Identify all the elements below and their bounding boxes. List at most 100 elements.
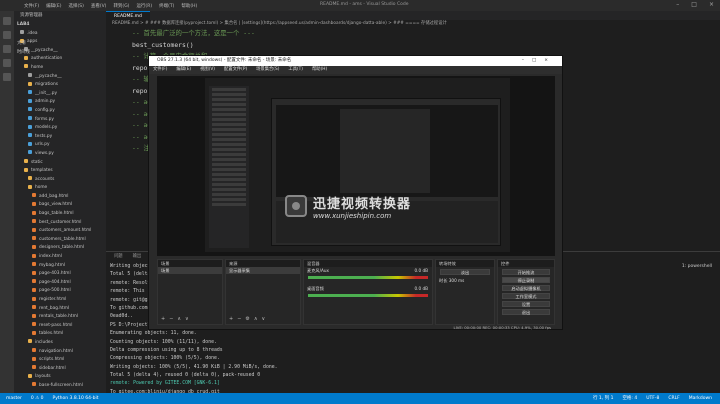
file-tree-item[interactable]: includes [14,339,106,348]
file-tree-item[interactable]: reset-pass.html [14,322,106,331]
obs-menu-view[interactable]: 视图(V) [200,66,215,74]
file-tree-item[interactable]: bags_view.html [14,201,106,210]
menu-help[interactable]: 帮助(H) [181,3,197,9]
file-tree-item[interactable]: customers_table.html [14,236,106,245]
file-tree-item[interactable]: navigation.html [14,348,106,357]
file-tree-item[interactable]: templates [14,167,106,176]
menu-terminal[interactable]: 终端(T) [159,3,174,9]
tab-readme[interactable]: README.md [106,11,150,20]
file-tree-item[interactable]: models.py [14,124,106,133]
file-tree-item[interactable]: customers_amount.html [14,227,106,236]
file-tree-item[interactable]: register.html [14,296,106,305]
scenes-toolbar[interactable]: +−∧∨ [161,316,193,322]
obs-menu-tools[interactable]: 工具(T) [288,66,303,74]
file-tree-item[interactable]: tests.py [14,133,106,142]
source-control-icon[interactable] [3,45,11,53]
file-tree-item[interactable]: home [14,184,106,193]
file-type-icon [28,116,32,121]
file-tree-item[interactable]: urls.py [14,141,106,150]
obs-menu-edit[interactable]: 编辑(E) [176,66,191,74]
menu-file[interactable]: 文件(F) [24,3,39,9]
file-tree-item[interactable]: accounts [14,176,106,185]
debug-icon[interactable] [3,59,11,67]
file-tree-item[interactable]: index.html [14,253,106,262]
python-interpreter[interactable]: Python 3.8.10 64-bit [53,393,99,404]
problems-count[interactable]: 0 ⚠ 0 [31,393,44,404]
file-tree-item[interactable]: migrations [14,81,106,90]
scene-item[interactable]: 场景 [158,267,222,274]
file-tree-item[interactable]: tables.html [14,330,106,339]
settings-button[interactable]: 设置 [502,301,550,307]
file-tree-item[interactable]: rentals_table.html [14,313,106,322]
file-tree-item[interactable]: forms.py [14,116,106,125]
file-tree-item[interactable]: add_bag.html [14,193,106,202]
encoding[interactable]: UTF-8 [646,393,659,404]
code-line[interactable]: -- 首先最广泛的一个方法，这是一个 --- [106,28,720,40]
file-tree-item[interactable]: static [14,159,106,168]
mic-volume-meter[interactable] [308,276,428,279]
maximize-icon[interactable]: □ [691,1,697,8]
file-tree-item[interactable]: __init__.py [14,90,106,99]
file-tree-item[interactable]: sidebar.html [14,365,106,374]
tab-problems[interactable]: 问题 [114,252,123,261]
tree-root[interactable]: LAB4 [14,21,106,30]
menu-edit[interactable]: 编辑(E) [46,3,61,9]
file-type-icon [32,348,36,353]
breadcrumb[interactable]: README.md > # ### 数据库连接(pyproject.toml) … [106,20,720,28]
desktop-volume-meter[interactable] [308,294,428,297]
file-type-icon [28,150,32,155]
exit-button[interactable]: 退出 [502,309,550,315]
file-tree-item[interactable]: page-404.html [14,279,106,288]
source-item[interactable]: 显示器采集 [226,267,300,274]
file-tree-item[interactable]: bags_table.html [14,210,106,219]
file-tree-item[interactable]: layouts [14,373,106,382]
code-line[interactable]: best_customers() [106,40,720,52]
menu-view[interactable]: 查看(V) [91,3,107,9]
file-tree-item[interactable]: config.py [14,107,106,116]
cursor-position[interactable]: 行 1, 列 1 [593,393,613,404]
file-tree-item[interactable]: .idea [14,30,106,39]
obs-menu-profile[interactable]: 配置文件(P) [224,66,247,74]
file-tree-item[interactable]: page-403.html [14,270,106,279]
transition-duration-input[interactable]: 300 ms [449,278,465,283]
stop-recording-button[interactable]: 停止录制 [502,277,550,283]
file-tree-item-label: __pycache__ [31,47,58,53]
file-tree-item[interactable]: base-fullscreen.html [14,382,106,391]
file-type-icon [32,236,36,241]
obs-menu-help[interactable]: 帮助(H) [312,66,327,74]
tab-output[interactable]: 输出 [133,252,142,261]
file-tree-item[interactable]: home [14,64,106,73]
obs-menu-file[interactable]: 文件(F) [153,66,167,74]
minimize-icon[interactable]: – [676,1,679,8]
start-streaming-button[interactable]: 开始推流 [502,269,550,275]
indentation[interactable]: 空格: 4 [622,393,637,404]
file-tree-item[interactable]: mybag.html [14,262,106,271]
obs-menu-scene-collection[interactable]: 场景集合(S) [256,66,279,74]
file-tree-item[interactable]: best_customer.html [14,219,106,228]
menu-run[interactable]: 运行(R) [136,3,152,9]
transition-type-select[interactable]: 淡出 [440,269,490,275]
file-tree-item[interactable]: admin.py [14,98,106,107]
menu-selection[interactable]: 选择(S) [68,3,83,9]
file-type-icon [32,313,36,318]
search-icon[interactable] [3,31,11,39]
file-tree-item[interactable]: rent_bag.html [14,305,106,314]
sources-toolbar[interactable]: +−⚙∧∨ [229,316,269,322]
close-icon[interactable]: × [709,1,714,8]
extensions-icon[interactable] [3,73,11,81]
explorer-icon[interactable] [3,17,11,25]
file-tree-item[interactable]: views.py [14,150,106,159]
file-tree-item[interactable]: __pycache__ [14,73,106,82]
obs-preview[interactable]: 迅捷视频转换器 www.xunjieshipin.com [157,76,555,256]
line-ending[interactable]: CRLF [668,393,679,404]
file-tree-item[interactable]: scripts.html [14,356,106,365]
language-mode[interactable]: Markdown [689,393,712,404]
git-branch[interactable]: master [6,393,22,404]
obs-window-controls[interactable]: –□× [522,56,556,66]
file-type-icon [28,73,32,78]
menu-go[interactable]: 转到(G) [113,3,129,9]
virtual-camera-button[interactable]: 启动虚拟摄像机 [502,285,550,291]
studio-mode-button[interactable]: 工作室模式 [502,293,550,299]
file-tree-item[interactable]: page-500.html [14,287,106,296]
file-tree-item[interactable]: designers_table.html [14,244,106,253]
